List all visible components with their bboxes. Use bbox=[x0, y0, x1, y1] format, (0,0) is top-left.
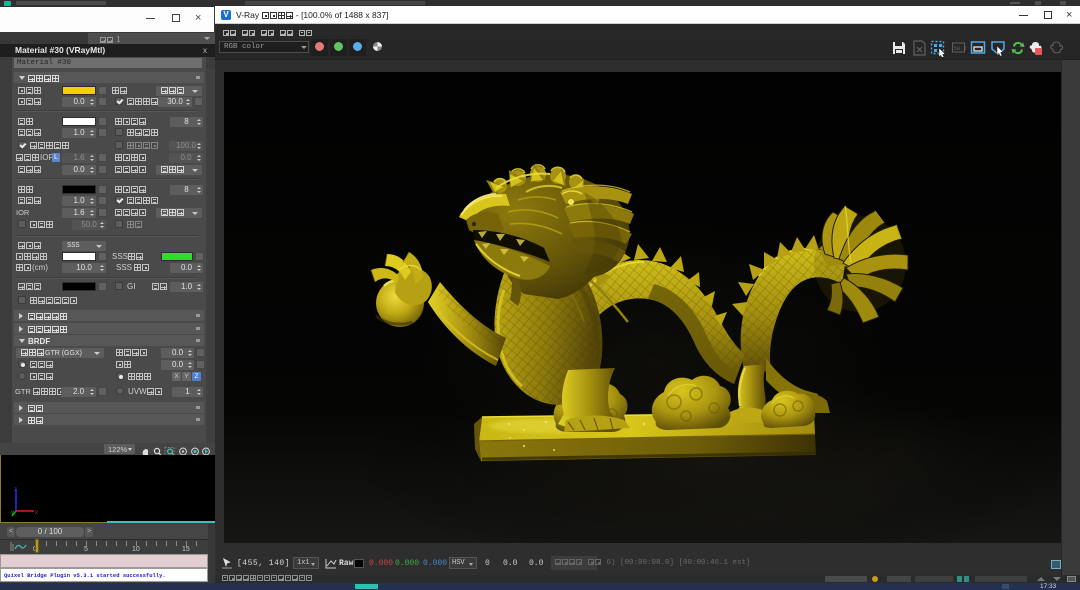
svg-text:x: x bbox=[35, 510, 38, 516]
svg-text:z: z bbox=[14, 487, 17, 493]
svg-text:y: y bbox=[11, 510, 14, 516]
svg-text:50.2: 50.2 bbox=[954, 45, 967, 52]
